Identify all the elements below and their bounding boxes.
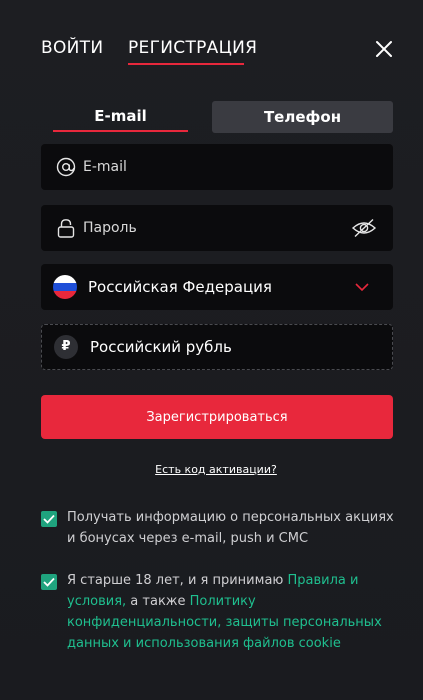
email-field-container — [41, 144, 393, 190]
registration-modal: ВОЙТИ РЕГИСТРАЦИЯ E-mail Телефон E-mail … — [0, 0, 423, 700]
tab-register[interactable]: РЕГИСТРАЦИЯ — [128, 38, 257, 58]
activation-code-link[interactable]: Есть код активации? — [0, 463, 423, 476]
tab-login[interactable]: ВОЙТИ — [41, 38, 103, 58]
terms-consent-row: Я старше 18 лет, и я принимаю Правила и … — [41, 570, 393, 660]
ruble-icon: ₽ — [54, 335, 78, 359]
terms-prefix-text: Я старше 18 лет, и я принимаю — [67, 573, 288, 588]
country-value: Российская Федерация — [88, 278, 272, 296]
lock-icon — [57, 219, 75, 238]
active-tab-indicator — [128, 63, 244, 65]
password-field-container — [41, 205, 393, 251]
checkmark-icon — [43, 514, 55, 524]
active-method-indicator — [53, 130, 188, 132]
currency-select[interactable]: ₽ Российский рубль — [41, 324, 393, 370]
russia-flag-icon — [53, 275, 77, 299]
at-sign-icon — [56, 157, 76, 177]
marketing-consent-row: Получать информацию о персональных акция… — [41, 507, 394, 551]
tab-email[interactable]: E-mail — [53, 101, 188, 133]
terms-consent-checkbox[interactable] — [41, 574, 57, 590]
checkmark-icon — [43, 577, 55, 587]
marketing-consent-checkbox[interactable] — [41, 511, 57, 527]
chevron-down-icon — [355, 283, 369, 292]
country-select[interactable]: Российская Федерация — [41, 264, 393, 310]
tab-phone[interactable]: Телефон — [212, 101, 393, 133]
terms-middle-text: а также — [126, 594, 190, 609]
register-button[interactable]: Зарегистрироваться — [41, 395, 393, 439]
email-input[interactable] — [83, 144, 343, 190]
close-icon[interactable] — [374, 39, 394, 59]
terms-consent-label: Я старше 18 лет, и я принимаю Правила и … — [67, 570, 397, 654]
currency-value: Российский рубль — [90, 338, 232, 356]
password-input[interactable] — [83, 205, 343, 251]
method-tabs: E-mail Телефон — [41, 101, 393, 133]
eye-off-icon[interactable] — [351, 217, 377, 239]
marketing-consent-label: Получать информацию о персональных акция… — [67, 510, 394, 546]
